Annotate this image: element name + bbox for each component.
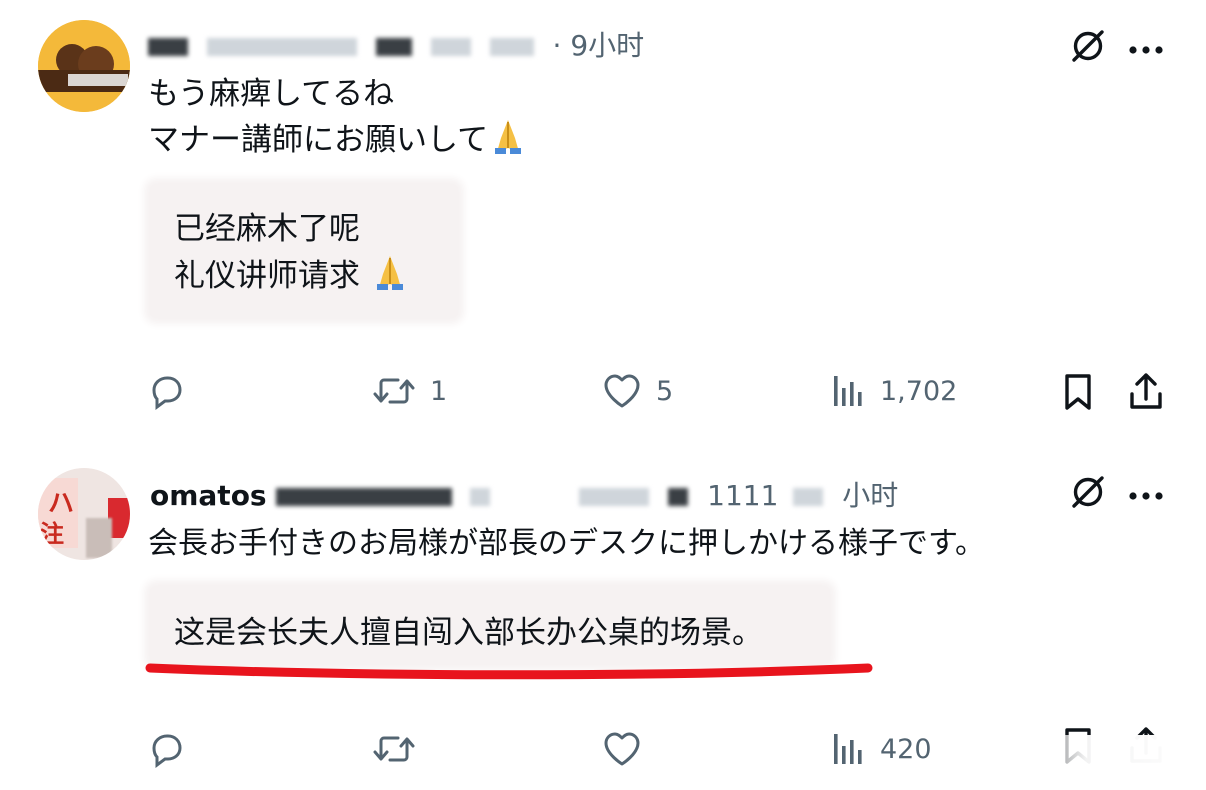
folded-hands-emoji-icon	[488, 116, 528, 168]
like-icon	[604, 374, 640, 408]
repost-icon	[373, 378, 415, 404]
redacted-handle	[430, 38, 471, 56]
redacted-name	[148, 38, 188, 56]
views-icon	[834, 376, 862, 406]
post-text-line: マナー講師にお願いして	[148, 116, 528, 168]
reply-icon	[152, 376, 182, 410]
redacted-handle	[668, 488, 689, 506]
translation-line: 已经麻木了呢	[174, 211, 360, 247]
redacted-handle	[375, 38, 412, 56]
grok-icon[interactable]	[1068, 26, 1108, 70]
redacted-handle	[793, 488, 824, 506]
display-name[interactable]: omatos	[150, 479, 267, 512]
redacted-handle	[579, 488, 650, 506]
repost-button[interactable]: 1	[372, 372, 447, 410]
post-text-line: もう麻痺してるね	[148, 76, 395, 112]
like-icon	[604, 732, 640, 766]
reply-icon	[152, 734, 182, 768]
more-icon[interactable]	[1128, 486, 1164, 505]
bookmark-icon	[1065, 374, 1091, 410]
reply-button[interactable]	[148, 372, 200, 410]
bookmark-button[interactable]	[1062, 372, 1094, 412]
post-1[interactable]: · 9小时 もう麻痺してるね マナー講師にお願いして 已经麻木了呢 礼仪讲师请求	[0, 0, 1206, 430]
reply-button[interactable]	[148, 730, 186, 768]
redacted-handle	[470, 488, 491, 506]
post-text-line: 会長お手付きのお局様が部長のデスクに押しかける様子です。	[148, 526, 985, 561]
repost-icon	[373, 736, 415, 762]
views-button[interactable]: 420	[832, 730, 932, 768]
grok-icon[interactable]	[1068, 472, 1108, 516]
repost-button[interactable]	[372, 730, 416, 768]
redacted-name	[275, 488, 452, 506]
highlight-underline	[145, 663, 873, 680]
views-count: 1,702	[880, 375, 958, 407]
share-button[interactable]	[1128, 372, 1164, 412]
views-count: 420	[880, 733, 932, 765]
post-header: omatos 1111 小时	[150, 474, 898, 514]
post-time[interactable]: 9小时	[570, 29, 644, 62]
like-button[interactable]: 5	[602, 372, 673, 410]
post-time[interactable]: 小时	[842, 479, 898, 512]
repost-count: 1	[430, 375, 448, 407]
avatar[interactable]: ハ 注	[38, 468, 130, 560]
post-header: · 9小时	[148, 24, 644, 64]
handle-fragment: 1111	[707, 479, 779, 512]
svg-text:注: 注	[40, 520, 64, 548]
translation-line-content: 礼仪讲师请求	[174, 258, 360, 294]
views-icon	[834, 734, 862, 764]
redacted-handle	[489, 38, 534, 56]
watermark-overlay	[1006, 735, 1206, 790]
post-text-line-content: マナー講師にお願いして	[148, 122, 489, 158]
more-icon[interactable]	[1128, 40, 1164, 59]
action-bar: 1 5 1,702	[0, 368, 1206, 418]
avatar[interactable]	[38, 20, 130, 112]
share-icon	[1130, 373, 1162, 409]
like-button[interactable]	[602, 730, 642, 768]
translation-line: 这是会长夫人擅自闯入部长办公桌的场景。	[174, 615, 763, 651]
views-button[interactable]: 1,702	[832, 372, 957, 410]
like-count: 5	[656, 375, 674, 407]
separator-dot: ·	[552, 29, 562, 62]
svg-text:ハ: ハ	[48, 489, 74, 519]
translation-line: 礼仪讲师请求	[174, 252, 410, 305]
redacted-handle	[206, 38, 357, 56]
folded-hands-emoji-icon	[370, 252, 410, 305]
